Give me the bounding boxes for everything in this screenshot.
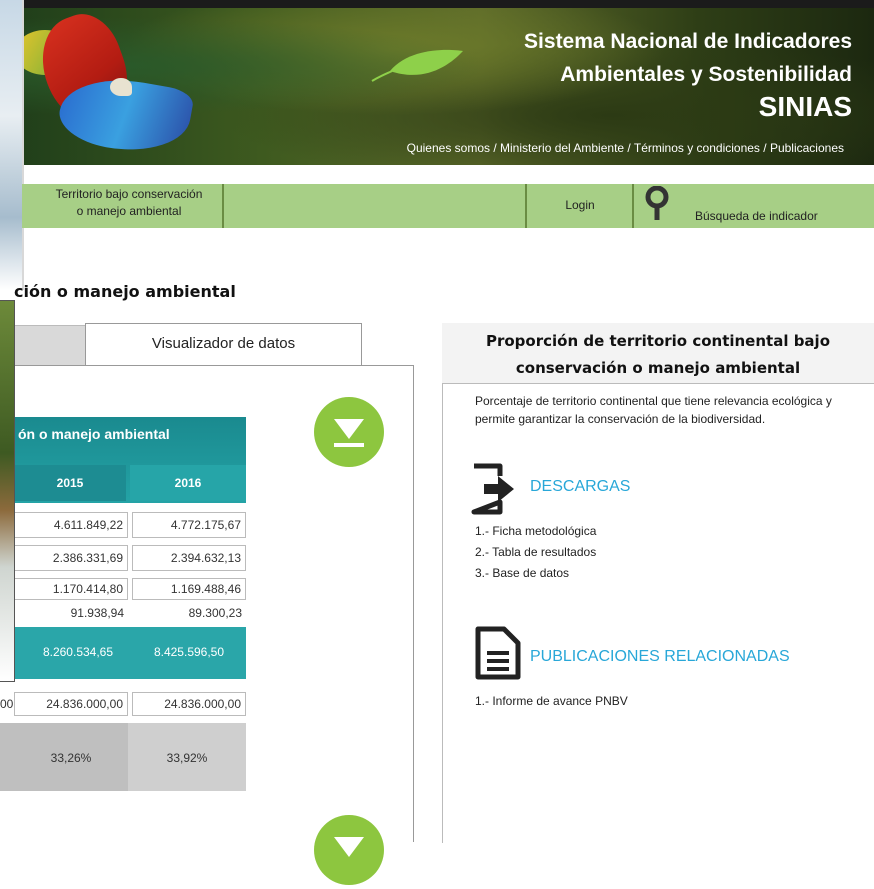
page-title: ción o manejo ambiental: [14, 282, 236, 301]
total-cell: 8.260.534,65: [42, 645, 114, 659]
link-publicaciones[interactable]: Publicaciones: [770, 141, 844, 155]
leaf-icon: [371, 49, 463, 82]
site-title-line2: Ambientales y Sostenibilidad: [560, 63, 852, 86]
download-arrow-button[interactable]: [314, 397, 384, 467]
indicator-title-line: conservación o manejo ambiental: [515, 359, 801, 377]
overlapping-window-edge: [0, 0, 24, 290]
indicator-title: Proporción de territorio continental baj…: [445, 328, 871, 382]
link-terminos[interactable]: Términos y condiciones: [634, 141, 760, 155]
nav-item-label: o manejo ambiental: [76, 204, 182, 218]
table-cell: 2.394.632,13: [132, 545, 246, 571]
total-cell: 8.425.596,50: [153, 645, 225, 659]
table-title: ón o manejo ambiental: [18, 426, 170, 442]
indicator-description: Porcentaje de territorio continental que…: [475, 394, 832, 426]
publication-link[interactable]: 1.- Informe de avance PNBV: [475, 694, 628, 708]
tab-visualizador[interactable]: Visualizador de datos: [85, 323, 362, 366]
table-cell: 91.938,94: [70, 606, 124, 620]
table-cell: 1.170.414,80: [14, 578, 128, 600]
table-cell: 89.300,23: [188, 606, 242, 620]
download-arrow-button[interactable]: [314, 815, 384, 885]
download-link[interactable]: 2.- Tabla de resultados: [475, 545, 596, 559]
overlapping-window-edge: [0, 300, 15, 682]
tab-panel-border: [413, 365, 414, 842]
percent-cell: 33,26%: [50, 751, 92, 765]
parrot-image: [110, 78, 132, 96]
downloads-title: DESCARGAS: [530, 478, 631, 495]
link-separator: /: [490, 141, 501, 155]
indicator-title-line: Proporción de territorio continental baj…: [485, 332, 830, 350]
header-banner: Sistema Nacional de Indicadores Ambienta…: [0, 0, 874, 165]
publications-title: PUBLICACIONES RELACIONADAS: [530, 648, 790, 665]
pin-icon[interactable]: [645, 186, 669, 222]
nav-separator: [525, 184, 527, 228]
header-top-bar: [0, 0, 874, 8]
download-link[interactable]: 3.- Base de datos: [475, 566, 569, 580]
site-title-line1: Sistema Nacional de Indicadores: [524, 30, 852, 53]
table-cell: 24.836.000,00: [132, 692, 246, 716]
document-icon: [475, 626, 521, 680]
table-cell: 4.611.849,22: [14, 512, 128, 538]
tab-panel-border: [14, 365, 414, 366]
site-title-acronym: SINIAS: [758, 91, 852, 122]
descargas-icon: [471, 463, 514, 515]
link-quienes-somos[interactable]: Quienes somos: [407, 141, 490, 155]
login-link[interactable]: Login: [545, 198, 615, 212]
header-links: Quienes somos / Ministerio del Ambiente …: [407, 141, 844, 155]
table-cell: 4.772.175,67: [132, 512, 246, 538]
link-ministerio[interactable]: Ministerio del Ambiente: [500, 141, 624, 155]
link-separator: /: [759, 141, 770, 155]
search-indicator-link[interactable]: Búsqueda de indicador: [695, 209, 818, 223]
tab-inactive[interactable]: [14, 325, 86, 366]
nav-separator: [632, 184, 634, 228]
download-link[interactable]: 1.- Ficha metodológica: [475, 524, 596, 538]
table-cell: 00: [0, 697, 14, 711]
column-header-2016: 2016: [130, 465, 246, 501]
table-cell: 1.169.488,46: [132, 578, 246, 600]
column-header-2015: 2015: [14, 465, 126, 501]
link-separator: /: [624, 141, 634, 155]
table-cell: 24.836.000,00: [14, 692, 128, 716]
download-arrow-icon: [334, 419, 364, 447]
percent-cell: 33,92%: [166, 751, 208, 765]
download-arrow-icon: [334, 837, 364, 857]
nav-item-territorio[interactable]: Territorio bajo conservación o manejo am…: [34, 186, 224, 220]
table-cell: 2.386.331,69: [14, 545, 128, 571]
nav-item-label: Territorio bajo conservación: [55, 187, 203, 201]
